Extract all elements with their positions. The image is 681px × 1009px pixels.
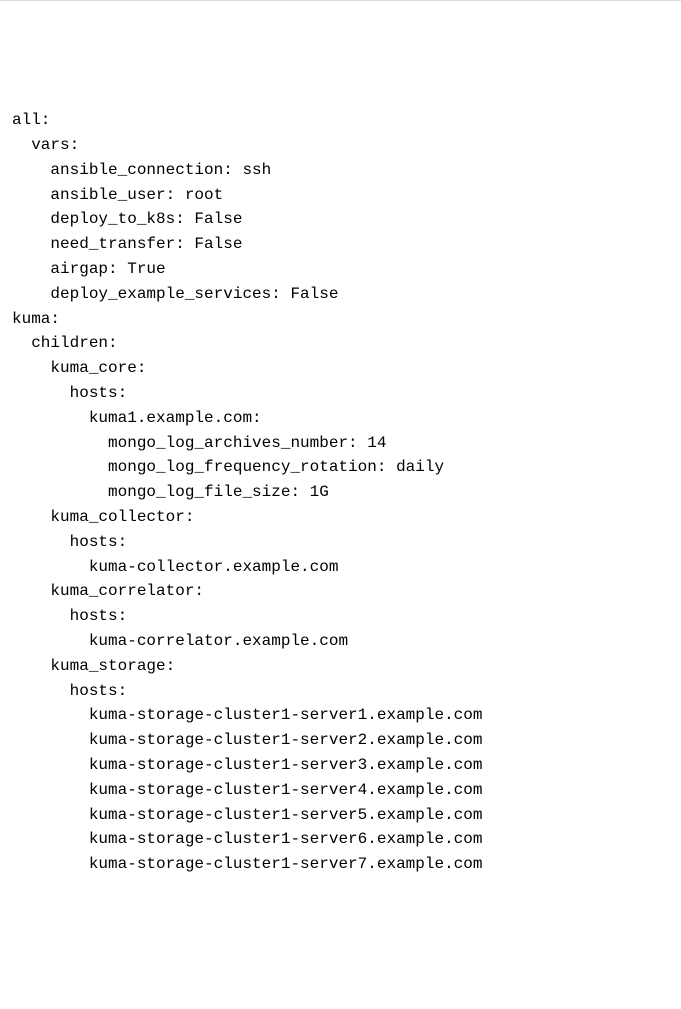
code-line: kuma_collector: xyxy=(12,505,669,530)
code-line: kuma_storage: xyxy=(12,654,669,679)
code-line: hosts: xyxy=(12,381,669,406)
code-line: deploy_example_services: False xyxy=(12,282,669,307)
code-line: kuma-storage-cluster1-server2.example.co… xyxy=(12,728,669,753)
code-line: kuma-storage-cluster1-server4.example.co… xyxy=(12,778,669,803)
code-line: mongo_log_archives_number: 14 xyxy=(12,431,669,456)
code-line: children: xyxy=(12,331,669,356)
code-line: deploy_to_k8s: False xyxy=(12,207,669,232)
code-line: hosts: xyxy=(12,530,669,555)
code-line: airgap: True xyxy=(12,257,669,282)
code-line: hosts: xyxy=(12,679,669,704)
code-line: all: xyxy=(12,108,669,133)
code-line: kuma_core: xyxy=(12,356,669,381)
code-line: kuma-storage-cluster1-server7.example.co… xyxy=(12,852,669,877)
code-line: kuma: xyxy=(12,307,669,332)
code-line: kuma-collector.example.com xyxy=(12,555,669,580)
code-line: hosts: xyxy=(12,604,669,629)
code-line: need_transfer: False xyxy=(12,232,669,257)
code-line: kuma-storage-cluster1-server1.example.co… xyxy=(12,703,669,728)
code-line: kuma-storage-cluster1-server5.example.co… xyxy=(12,803,669,828)
code-line: vars: xyxy=(12,133,669,158)
code-line: ansible_user: root xyxy=(12,183,669,208)
code-line: mongo_log_file_size: 1G xyxy=(12,480,669,505)
code-line: ansible_connection: ssh xyxy=(12,158,669,183)
code-line: mongo_log_frequency_rotation: daily xyxy=(12,455,669,480)
code-line: kuma-storage-cluster1-server6.example.co… xyxy=(12,827,669,852)
code-line: kuma_correlator: xyxy=(12,579,669,604)
code-line: kuma-correlator.example.com xyxy=(12,629,669,654)
code-line: kuma1.example.com: xyxy=(12,406,669,431)
yaml-code-block: all: vars: ansible_connection: ssh ansib… xyxy=(12,108,669,877)
code-line: kuma-storage-cluster1-server3.example.co… xyxy=(12,753,669,778)
